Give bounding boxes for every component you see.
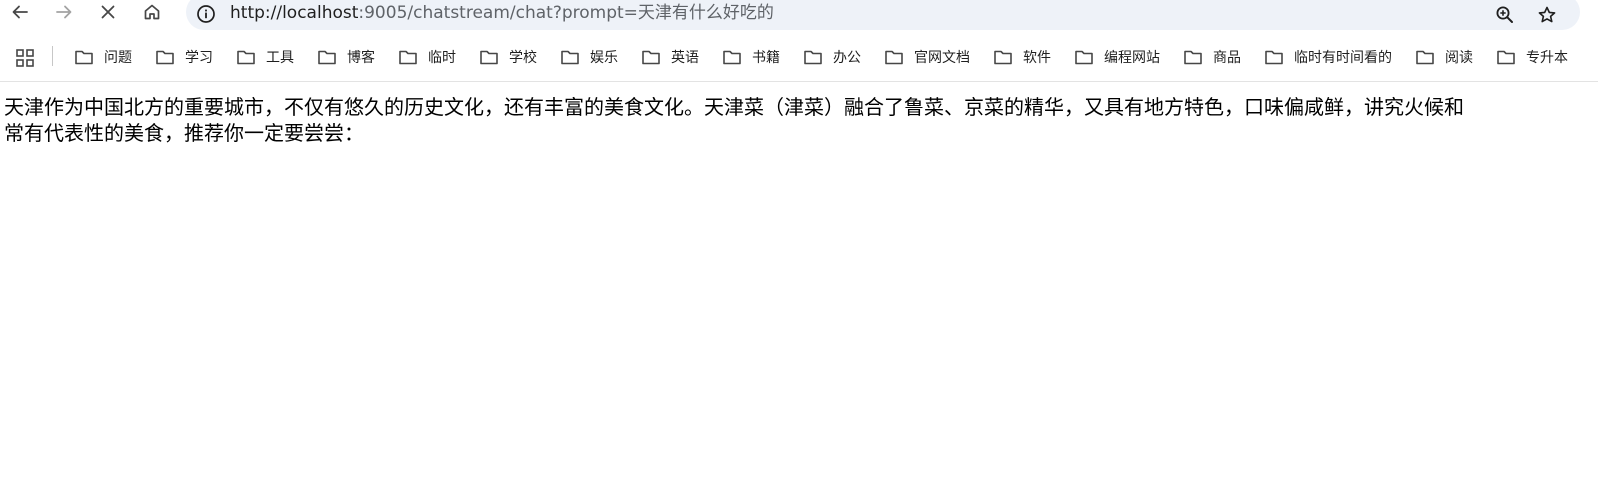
folder-icon — [804, 50, 822, 65]
address-bar[interactable]: http://localhost:9005/chatstream/chat?pr… — [186, 0, 1580, 30]
bookmark-folder-label: 工具 — [266, 50, 294, 66]
bookmark-folder-label: 商品 — [1213, 50, 1241, 66]
bookmark-folder-label: 临时有时间看的 — [1294, 50, 1392, 66]
response-text-line-1: 天津作为中国北方的重要城市，不仅有悠久的历史文化，还有丰富的美食文化。天津菜（津… — [4, 95, 1464, 119]
arrow-right-icon — [56, 5, 72, 19]
bookmark-folder[interactable]: 学校 — [471, 42, 545, 72]
bookmark-folder-label: 博客 — [347, 50, 375, 66]
browser-toolbar: http://localhost:9005/chatstream/chat?pr… — [0, 0, 1598, 34]
folder-icon — [642, 50, 660, 65]
bookmark-folder[interactable]: 书籍 — [714, 42, 788, 72]
bookmark-folder[interactable]: 娱乐 — [552, 42, 626, 72]
zoom-in-icon — [1496, 6, 1513, 23]
folder-icon — [1075, 50, 1093, 65]
folder-icon — [318, 50, 336, 65]
arrow-left-icon — [12, 5, 28, 19]
bookmark-folder-label: 问题 — [104, 50, 132, 66]
bookmark-folder-list: 问题 学习 工具 博客 临时 学校 娱乐 英语 书籍 办公 官网文档 软件 编程网站 商品 临时有时间看的 阅… — [66, 38, 1583, 76]
bookmark-folder[interactable]: 问题 — [66, 42, 140, 72]
stop-button[interactable] — [96, 0, 120, 24]
folder-icon — [156, 50, 174, 65]
back-button[interactable] — [8, 0, 32, 24]
bookmark-folder[interactable]: 英语 — [633, 42, 707, 72]
bookmark-folder-label: 书籍 — [752, 50, 780, 66]
url-path: :9005/chatstream/chat?prompt=天津有什么好吃的 — [358, 3, 774, 23]
bookmark-folder[interactable]: 阅读 — [1407, 42, 1481, 72]
bookmark-folder-label: 娱乐 — [590, 50, 618, 66]
folder-icon — [885, 50, 903, 65]
folder-icon — [75, 50, 93, 65]
home-button[interactable] — [140, 0, 164, 24]
info-icon — [197, 5, 215, 23]
folder-icon — [237, 50, 255, 65]
bookmark-folder-label: 官网文档 — [914, 50, 970, 66]
bookmark-folder[interactable]: 博客 — [309, 42, 383, 72]
bookmark-folder[interactable]: 专升本 — [1488, 42, 1576, 72]
apps-grid-icon — [16, 49, 34, 67]
bookmark-folder-label: 编程网站 — [1104, 50, 1160, 66]
bookmark-folder-label: 临时 — [428, 50, 456, 66]
folder-icon — [1497, 50, 1515, 65]
bookmarks-bar: 问题 学习 工具 博客 临时 学校 娱乐 英语 书籍 办公 官网文档 软件 编程网站 商品 临时有时间看的 阅… — [0, 38, 1598, 76]
star-icon — [1538, 6, 1556, 23]
bookmark-folder[interactable]: 临时有时间看的 — [1256, 42, 1400, 72]
folder-icon — [723, 50, 741, 65]
bookmark-folder-label: 软件 — [1023, 50, 1051, 66]
bookmark-folder-label: 学习 — [185, 50, 213, 66]
site-info-button[interactable] — [196, 4, 216, 24]
forward-button[interactable] — [52, 0, 76, 24]
toolbar-separator — [0, 81, 1598, 82]
bookmark-folder[interactable]: 学习 — [147, 42, 221, 72]
folder-icon — [561, 50, 579, 65]
bookmark-folder[interactable]: 工具 — [228, 42, 302, 72]
bookmark-folder-label: 专升本 — [1526, 50, 1568, 66]
bookmark-folder[interactable]: 编程网站 — [1066, 42, 1168, 72]
folder-icon — [1265, 50, 1283, 65]
bookmark-folder[interactable]: 软件 — [985, 42, 1059, 72]
bookmark-star-button[interactable] — [1536, 4, 1558, 26]
url-text[interactable]: http://localhost:9005/chatstream/chat?pr… — [230, 1, 774, 25]
bookmarks-divider — [52, 46, 53, 66]
home-icon — [144, 4, 160, 20]
url-host: http://localhost — [230, 3, 359, 23]
bookmark-folder[interactable]: 临时 — [390, 42, 464, 72]
page-content: 天津作为中国北方的重要城市，不仅有悠久的历史文化，还有丰富的美食文化。天津菜（津… — [4, 94, 1598, 484]
folder-icon — [480, 50, 498, 65]
folder-icon — [399, 50, 417, 65]
bookmark-folder[interactable]: 办公 — [795, 42, 869, 72]
bookmark-folder[interactable]: 商品 — [1175, 42, 1249, 72]
folder-icon — [1416, 50, 1434, 65]
bookmark-folder-label: 英语 — [671, 50, 699, 66]
close-icon — [101, 5, 115, 19]
bookmark-folder-label: 阅读 — [1445, 50, 1473, 66]
zoom-button[interactable] — [1494, 4, 1516, 26]
response-text-line-2: 常有代表性的美食，推荐你一定要尝尝： — [4, 121, 364, 145]
folder-icon — [994, 50, 1012, 65]
bookmark-folder[interactable]: 官网文档 — [876, 42, 978, 72]
folder-icon — [1184, 50, 1202, 65]
apps-button[interactable] — [14, 47, 36, 69]
bookmark-folder-label: 学校 — [509, 50, 537, 66]
bookmark-folder-label: 办公 — [833, 50, 861, 66]
